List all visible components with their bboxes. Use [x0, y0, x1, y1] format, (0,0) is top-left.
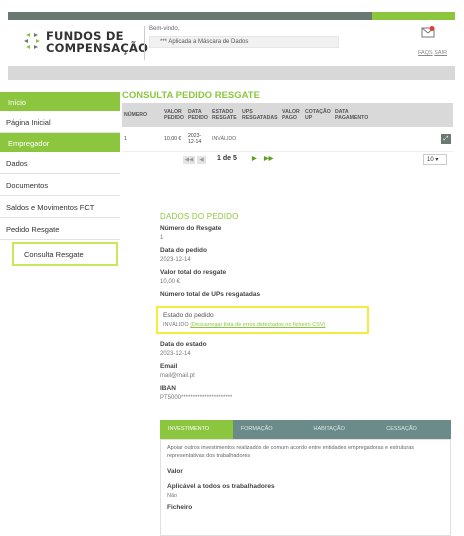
- estado-highlight: Estado do pedido INVÁLIDO (Descarregar l…: [156, 306, 369, 334]
- top-band: [8, 12, 455, 20]
- page-size-select[interactable]: 10 ▾: [423, 153, 447, 165]
- field-data-estado: Data do estado 2023-12-14: [160, 341, 450, 357]
- status-badge: INVÁLIDO: [212, 135, 237, 142]
- logo-icon: [24, 33, 40, 49]
- navigation-bar: [8, 66, 455, 80]
- field-data-estado-value: 2023-12-14: [160, 351, 191, 357]
- tab-aplicavel-label: Aplicável a todos os trabalhadores: [167, 483, 275, 490]
- field-numero-label: Número do Resgate: [160, 225, 222, 232]
- logout-link[interactable]: SAIR: [434, 50, 447, 56]
- cell-valor-pago: [280, 127, 303, 152]
- download-errors-link[interactable]: (Descarregar lista de erros detectados n…: [190, 322, 325, 328]
- logo[interactable]: FUNDOS DE COMPENSAÇÃO: [22, 29, 148, 57]
- tab-bar: INVESTIMENTO FORMAÇÃO HABITAÇÃO CESSAÇÃO: [160, 420, 451, 439]
- tab-formacao[interactable]: FORMAÇÃO: [232, 420, 306, 439]
- view-details-icon[interactable]: ⤢: [441, 133, 451, 144]
- mail-icon[interactable]: [421, 26, 435, 38]
- header-divider: [144, 26, 145, 60]
- table-header-row: NÚMERO VALOR PEDIDO DATA PEDIDO ESTADO R…: [122, 103, 453, 127]
- tab-valor-label: Valor: [167, 468, 183, 475]
- field-iban: IBAN PT5000**********************: [160, 385, 450, 401]
- top-band-accent: [372, 12, 455, 20]
- tab-panel: Apoiar outros investimentos realizados d…: [160, 439, 451, 536]
- col-header-estado[interactable]: ESTADO RESGATE: [210, 103, 240, 127]
- cell-actions: ⤢: [373, 127, 453, 152]
- cell-data-pagamento: [333, 127, 373, 152]
- field-estado-value: INVÁLIDO: [163, 322, 189, 328]
- cell-numero: 1: [122, 127, 162, 152]
- field-numero: Número do Resgate 1: [160, 225, 450, 241]
- sidebar-item-dados[interactable]: Dados: [0, 152, 120, 174]
- field-email: Email mail@mail.pt: [160, 363, 450, 379]
- field-data-estado-label: Data do estado: [160, 341, 207, 348]
- field-estado-label: Estado do pedido: [163, 312, 214, 319]
- tab-ficheiro-label: Ficheiro: [167, 504, 193, 511]
- sidebar-item-pedido-resgate[interactable]: Pedido Resgate: [0, 218, 120, 240]
- prev-page-button[interactable]: ◀: [197, 155, 206, 164]
- col-header-data-pedido[interactable]: DATA PEDIDO: [186, 103, 210, 127]
- field-email-label: Email: [160, 363, 178, 370]
- field-iban-label: IBAN: [160, 385, 176, 392]
- tab-description: Apoiar outros investimentos realizados d…: [167, 445, 415, 459]
- last-page-button[interactable]: ▶▶: [264, 155, 273, 162]
- header-links: FAQS SAIR: [418, 50, 447, 56]
- tab-cessacao[interactable]: CESSAÇÃO: [378, 420, 451, 439]
- sidebar-item-pagina-inicial[interactable]: Página Inicial: [0, 111, 120, 133]
- page-info: 1 de 5: [217, 154, 237, 162]
- details-title: DADOS DO PEDIDO: [160, 212, 239, 221]
- welcome-text: Bem-vindo,: [149, 26, 180, 32]
- field-ups: Número total de UPs resgatadas: [160, 291, 450, 298]
- cell-valor: 10,00 €: [162, 127, 186, 152]
- sidebar: Início Página Inicial Empregador Dados D…: [0, 92, 120, 266]
- field-data-pedido-label: Data do pedido: [160, 247, 207, 254]
- field-email-value: mail@mail.pt: [160, 373, 195, 379]
- table-row[interactable]: 1 10,00 € 2023-12-14 INVÁLIDO ⤢: [122, 127, 453, 152]
- field-valor-label: Valor total do resgate: [160, 269, 227, 276]
- sidebar-section-inicio[interactable]: Início: [0, 92, 120, 111]
- main-content: CONSULTA PEDIDO RESGATE NÚMERO VALOR PED…: [120, 88, 455, 401]
- col-header-valor-pedido[interactable]: VALOR PEDIDO: [162, 103, 186, 127]
- tab-habitacao[interactable]: HABITAÇÃO: [305, 420, 379, 439]
- sidebar-item-documentos[interactable]: Documentos: [0, 174, 120, 196]
- field-estado-value-line: INVÁLIDO (Descarregar lista de erros det…: [163, 322, 362, 328]
- tab-aplicavel-value: Não: [167, 493, 178, 499]
- first-page-button[interactable]: ◀◀: [183, 155, 195, 164]
- faqs-link[interactable]: FAQS: [418, 50, 433, 56]
- field-valor: Valor total do resgate 10,00 €: [160, 269, 450, 285]
- field-numero-value: 1: [160, 235, 164, 241]
- sidebar-item-consulta-resgate[interactable]: Consulta Resgate: [12, 242, 118, 266]
- next-page-button[interactable]: ▶: [252, 155, 257, 162]
- requests-table: NÚMERO VALOR PEDIDO DATA PEDIDO ESTADO R…: [122, 103, 453, 152]
- col-header-numero[interactable]: NÚMERO: [122, 103, 162, 127]
- col-header-actions: [373, 103, 453, 127]
- field-iban-value: PT5000**********************: [160, 395, 233, 401]
- cell-data: 2023-12-14: [186, 127, 210, 152]
- col-header-ups[interactable]: UPS RESGATADAS: [240, 103, 280, 127]
- header: FUNDOS DE COMPENSAÇÃO Bem-vindo, *** Apl…: [8, 20, 455, 66]
- field-data-pedido-value: 2023-12-14: [160, 257, 191, 263]
- sidebar-item-saldos[interactable]: Saldos e Movimentos FCT: [0, 196, 120, 218]
- pagination: ◀◀ ◀ 1 de 5 ▶ ▶▶ 10 ▾: [120, 153, 455, 168]
- field-ups-label: Número total de UPs resgatadas: [160, 291, 261, 298]
- page-title: CONSULTA PEDIDO RESGATE: [122, 90, 260, 101]
- col-header-cotacao[interactable]: COTAÇÃO UP: [303, 103, 333, 127]
- sidebar-section-empregador[interactable]: Empregador: [0, 133, 120, 152]
- cell-cotacao: [303, 127, 333, 152]
- field-valor-value: 10,00 €: [160, 279, 181, 285]
- col-header-valor-pago[interactable]: VALOR PAGO: [280, 103, 303, 127]
- tab-investimento[interactable]: INVESTIMENTO: [160, 420, 233, 439]
- field-data-pedido: Data do pedido 2023-12-14: [160, 247, 450, 263]
- data-mask-notice: *** Aplicada a Máscara de Dados: [149, 36, 339, 48]
- cell-estado: INVÁLIDO: [210, 127, 240, 152]
- cell-ups: [240, 127, 280, 152]
- col-header-data-pagamento[interactable]: DATA PAGAMENTO: [333, 103, 373, 127]
- logo-line-2: COMPENSAÇÃO: [46, 41, 149, 55]
- request-details: DADOS DO PEDIDO Número do Resgate 1 Data…: [156, 212, 450, 407]
